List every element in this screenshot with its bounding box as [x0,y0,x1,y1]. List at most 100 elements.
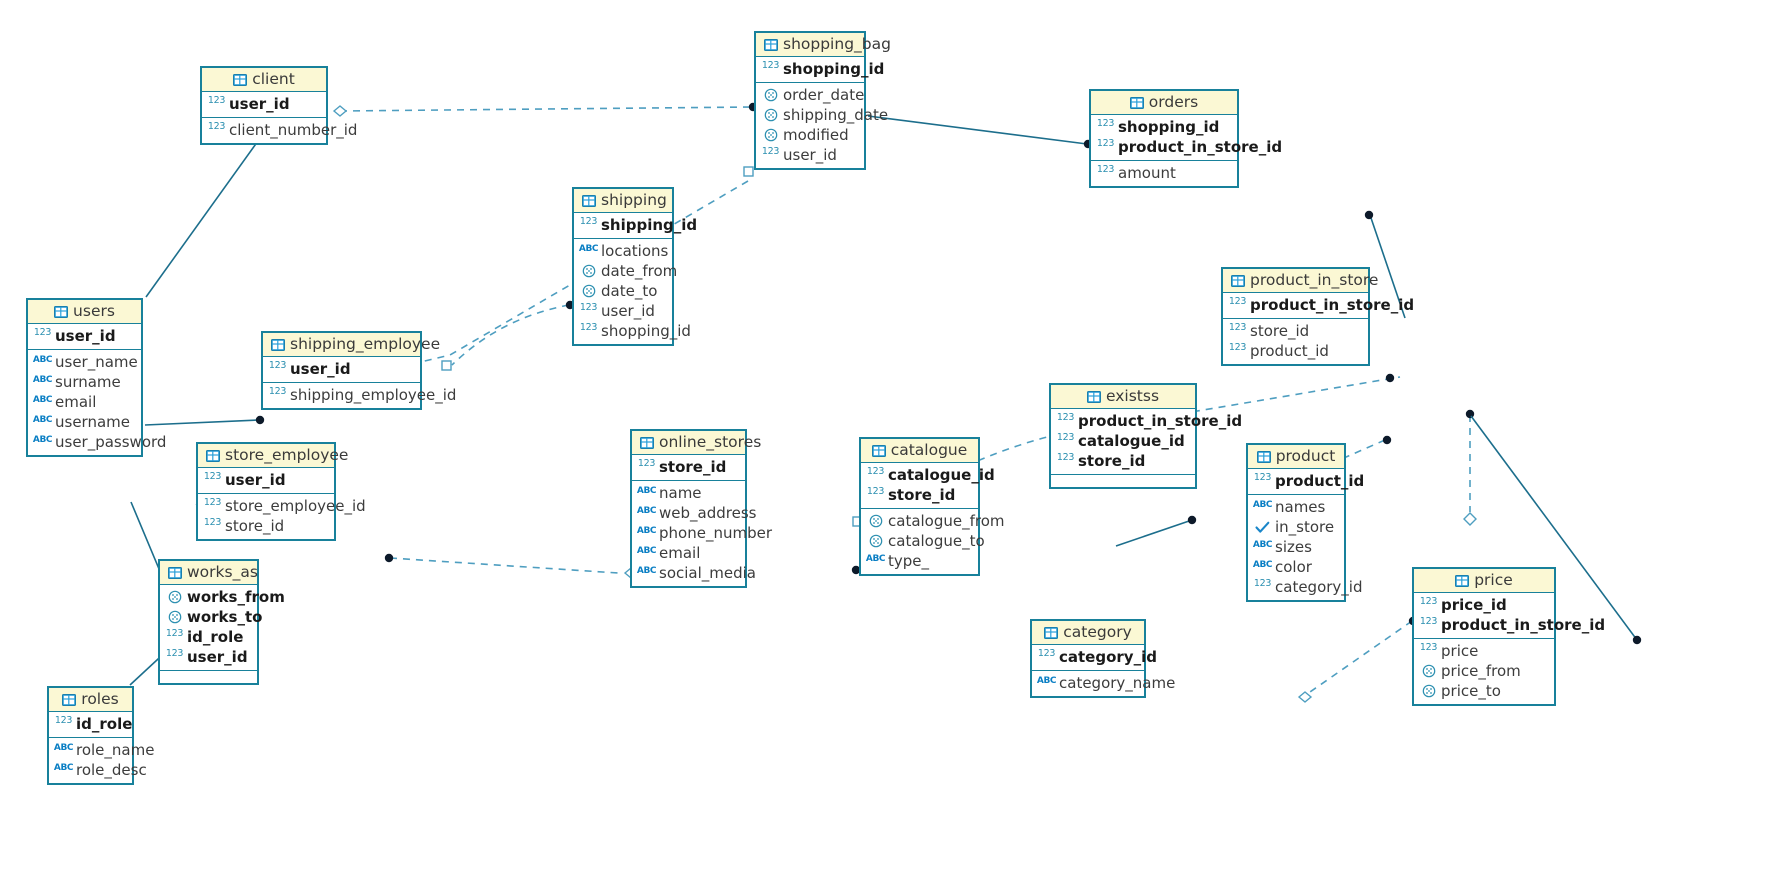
entity-orders[interactable]: orders 123 shopping_id 123 product_in_store_… [1089,89,1282,188]
attribute-row[interactable]: ABC social_media [632,563,756,583]
attribute-row[interactable]: ABC category_name [1032,673,1175,693]
attribute-label: date_to [601,282,658,300]
entity-store_employee[interactable]: store_employee 123 user_id 123 store_employe… [196,442,366,541]
attribute-row[interactable]: in_store [1248,517,1344,537]
attribute-row[interactable]: 123 store_id [861,485,978,505]
entity-name-label: client [252,70,295,88]
attribute-row[interactable]: catalogue_from [861,511,1005,531]
attribute-row[interactable]: ABC username [28,412,141,432]
attribute-group: 123 shipping_employee_id [263,382,457,408]
attribute-row[interactable]: ABC user_password [28,432,167,452]
attribute-row[interactable]: ABC phone_number [632,523,772,543]
attribute-row[interactable]: 123 shopping_id [574,321,691,341]
attribute-row[interactable]: 123 store_id [1051,451,1195,471]
attribute-row[interactable]: ABC names [1248,497,1344,517]
attribute-row[interactable]: 123 id_role [49,714,133,734]
attribute-group: order_date shipping_date modified 123 user_i… [756,82,888,168]
entity-shopping_bag[interactable]: shopping_bag 123 shopping_id order_date ship… [754,31,891,170]
entity-name-label: existss [1105,387,1160,405]
attribute-row[interactable]: ABC surname [28,372,141,392]
table-icon [271,339,285,351]
attribute-row[interactable]: 123 shopping_id [756,59,884,79]
attribute-row[interactable]: 123 product_in_store_id [1223,295,1414,315]
entity-price[interactable]: price 123 price_id 123 product_in_store_id 12… [1412,567,1605,706]
integer-type-icon: 123 [1419,642,1438,653]
integer-type-icon: 123 [1228,296,1247,307]
attribute-row[interactable]: ABC type_ [861,551,978,571]
text-type-icon: ABC [636,526,657,536]
er-diagram-canvas: client 123 user_id 123 client_number_id shopp… [0,0,1780,891]
integer-type-icon: 123 [203,517,222,528]
attribute-row[interactable]: 123 category_id [1032,647,1157,667]
attribute-row[interactable]: ABC name [632,483,745,503]
attribute-row[interactable]: 123 product_in_store_id [1414,615,1605,635]
attribute-row[interactable]: 123 store_id [632,457,745,477]
entity-category[interactable]: category 123 category_id ABC category_name [1030,619,1175,698]
attribute-row[interactable]: catalogue_to [861,531,985,551]
entity-client[interactable]: client 123 user_id 123 client_number_id [200,66,358,145]
integer-type-icon: 123 [579,322,598,333]
attribute-row[interactable]: 123 category_id [1248,577,1363,597]
entity-users[interactable]: users 123 user_id ABC user_name ABC surname ABC… [26,298,167,457]
entity-catalogue[interactable]: catalogue 123 catalogue_id 123 store_id catal… [859,437,1005,576]
entity-header-store_employee: store_employee [198,444,348,468]
entity-product_in_store[interactable]: product_in_store 123 product_in_store_id 12… [1221,267,1414,366]
attribute-row[interactable]: 123 user_id [202,94,326,114]
attribute-row[interactable]: 123 product_id [1223,341,1368,361]
entity-shipping[interactable]: shipping 123 shipping_id ABC locations date_f… [572,187,697,346]
attribute-label: surname [55,373,121,391]
attribute-label: store_id [1250,322,1310,340]
attribute-row[interactable]: 123 user_id [28,326,141,346]
entity-name-label: roles [81,690,119,708]
attribute-row[interactable]: 123 user_id [198,470,334,490]
attribute-row[interactable]: ABC sizes [1248,537,1344,557]
edge-shopping_bag-orders [867,115,1093,149]
entity-product[interactable]: product 123 product_id ABC names in_store ABC s… [1246,443,1364,602]
text-type-icon: ABC [32,375,53,385]
entity-roles[interactable]: roles 123 id_role ABC role_name ABC role_desc [47,686,155,785]
attribute-row[interactable]: shipping_date [756,105,888,125]
attribute-row[interactable]: ABC locations [574,241,672,261]
attribute-row[interactable]: order_date [756,85,864,105]
attribute-group: ABC locations date_from date_to 123 user_id 12… [574,238,691,344]
attribute-row[interactable]: 123 price [1414,641,1554,661]
attribute-row[interactable]: ABC user_name [28,352,141,372]
attribute-row[interactable]: works_from [160,587,285,607]
attribute-row[interactable]: 123 user_id [756,145,864,165]
text-type-icon: ABC [636,566,657,576]
entity-works_as[interactable]: works_as works_from works_to 123 id_role 123 u… [158,559,285,685]
attribute-label: email [659,544,701,562]
attribute-row[interactable]: ABC role_name [49,740,155,760]
attribute-label: catalogue_to [888,532,985,550]
integer-type-icon: 123 [579,216,598,227]
attribute-row[interactable]: date_from [574,261,677,281]
date-type-icon [761,128,780,142]
date-type-icon [761,88,780,102]
attribute-row[interactable]: ABC email [28,392,141,412]
attribute-row[interactable]: 123 store_id [198,516,334,536]
attribute-group [1051,474,1195,487]
attribute-row[interactable]: 123 user_id [160,647,257,667]
attribute-row[interactable]: 123 shipping_employee_id [263,385,457,405]
attribute-row[interactable]: price_to [1414,681,1554,701]
primary-key-group: 123 category_id [1032,645,1157,670]
table-icon [1455,575,1470,587]
table-icon [582,195,596,207]
attribute-row[interactable]: ABC web_address [632,503,757,523]
attribute-row[interactable]: price_from [1414,661,1554,681]
entity-existss[interactable]: existss 123 product_in_store_id 123 catalogu… [1049,383,1242,489]
attribute-row[interactable]: 123 client_number_id [202,120,358,140]
attribute-row[interactable]: 123 product_id [1248,471,1364,491]
attribute-label: product_in_store_id [1441,616,1606,634]
text-type-icon: ABC [53,743,74,753]
primary-key-group: 123 user_id [263,357,420,382]
entity-online_stores[interactable]: online_stores 123 store_id ABC name ABC web_ad… [630,429,772,588]
attribute-row[interactable]: 123 product_in_store_id [1091,137,1282,157]
attribute-group [160,670,257,683]
attribute-row[interactable]: 123 user_id [263,359,420,379]
attribute-row[interactable]: 123 amount [1091,163,1237,183]
attribute-row[interactable]: ABC email [632,543,745,563]
entity-shipping_employee[interactable]: shipping_employee 123 user_id 123 shipping_e… [261,331,457,410]
attribute-row[interactable]: 123 shipping_id [574,215,697,235]
attribute-row[interactable]: ABC role_desc [49,760,147,780]
